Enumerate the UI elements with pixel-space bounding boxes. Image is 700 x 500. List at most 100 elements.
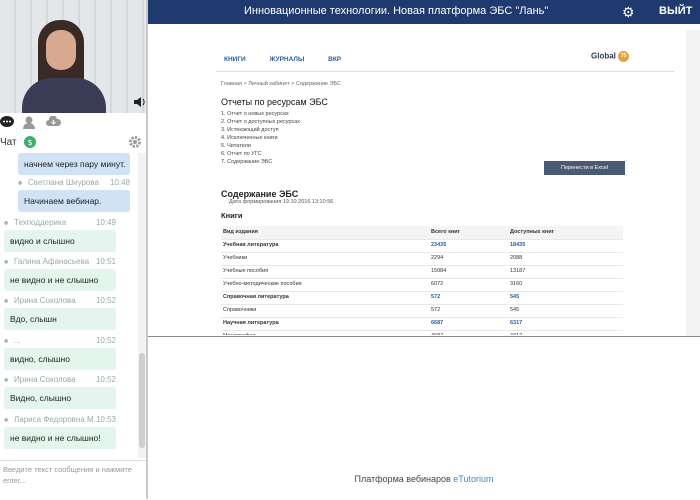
export-excel-button[interactable]: Перенести в Excel [544,161,625,175]
reports-title: Отчеты по ресурсам ЭБС [221,97,328,107]
cell-total: 23435 [431,242,447,248]
dollar-icon[interactable]: $ [24,136,36,150]
top-bar: Инновационные технологии. Новая платформ… [148,0,700,24]
report-item[interactable]: 4. Исключенные книги [221,135,278,141]
presentation-area: КНИГИ ЖУРНАЛЫ ВКР Global 75 Главная > Ли… [148,24,700,337]
author-icon: ♠ [4,257,9,266]
exit-button[interactable]: ВЫЙТ [659,5,692,17]
table-row: Справочная литература 572 545 [221,291,623,305]
message-text: не видно и не слышно [4,269,116,291]
cell-type: Учебные пособия [223,268,269,274]
speech-bubble-icon[interactable] [0,116,14,130]
table-row: Монографии 4687 4317 [221,330,623,335]
table-row: Учебно-методические пособия 6072 3160 [221,278,623,292]
speaker-icon[interactable] [133,96,146,108]
message-time: 10:52 [95,336,116,345]
divider [216,71,674,72]
table-row: Научная литература 6687 6317 [221,317,623,331]
cell-type: Научная литература [223,320,279,326]
cell-total: 15084 [431,268,447,274]
message-text: Начинаем вебинар. [18,190,130,212]
message-time: 10:52 [95,296,116,305]
report-item[interactable]: 3. Истекающий доступ [221,127,279,133]
cell-available: 2088 [510,255,523,261]
slide: КНИГИ ЖУРНАЛЫ ВКР Global 75 Главная > Ли… [148,24,686,335]
table-row: Справочники 572 545 [221,304,623,318]
presentation-scrollbar[interactable] [686,30,700,336]
author-icon: ♠ [4,336,9,345]
message-author: Светлана Шнурова [28,178,99,187]
message-time: 10:53 [95,415,116,424]
column-header: Вид издания [223,229,258,235]
nav-books[interactable]: КНИГИ [224,56,246,63]
user-icon[interactable] [23,116,35,131]
cell-available: 18435 [510,242,526,248]
message-text: Видно, слышно [4,387,116,409]
site-nav: КНИГИ ЖУРНАЛЫ ВКР [224,56,363,63]
footer: Платформа вебинаров eTutorium [148,474,700,484]
cell-total: 2294 [431,255,444,261]
message-author: Ирина Соколова [14,375,76,384]
message-text: видно, слышно [4,348,116,370]
report-item[interactable]: 5. Читатели [221,143,251,149]
cell-total: 4687 [431,330,443,335]
cell-available: 545 [510,307,520,313]
footer-brand-link[interactable]: eTutorium [453,474,493,484]
cell-available: 6317 [510,320,523,326]
logo-text: Global [591,51,616,61]
cell-available: 4317 [510,330,522,335]
message-time: 10:51 [95,257,116,266]
nav-vkr[interactable]: ВКР [328,56,341,63]
cell-type: Справочники [223,307,257,313]
message-author: Лариса Федоровна М... [14,415,101,424]
message-text: не видно и не слышно! [4,427,116,449]
section-title: Содержание ЭБС [221,189,299,199]
report-item[interactable]: 2. Отчет о доступных ресурсах [221,119,300,125]
gear-icon[interactable]: ⚙ [622,4,635,21]
cell-total: 6072 [431,281,444,287]
report-date: Дата формирования 19.10.2016 13:10:56 [229,199,334,205]
message-author: Ирина Соколова [14,296,76,305]
cell-available: 13187 [510,268,526,274]
message-text: начнем через пару минут. [18,153,130,175]
message-author: Техподдерика [14,218,67,227]
report-item[interactable]: 1. Отчет о новых ресурсах [221,111,289,117]
message-author: ... [14,336,21,345]
logo-badge: 75 [618,51,630,62]
breadcrumb: Главная > Личный кабинет > Содержание ЭБ… [221,81,341,87]
message-time: 10:48 [109,178,130,187]
author-icon: ♠ [4,218,9,227]
scrollbar-thumb[interactable] [139,353,145,448]
table-row: Учебные пособия 15084 13187 [221,265,623,279]
message-text: Вдо, слышн [4,308,116,330]
chat-header: Чат $ [0,131,148,153]
cloud-icon[interactable] [46,115,62,129]
chat-title: Чат [0,137,17,148]
author-icon: ♠ [18,178,23,187]
gear-icon[interactable] [128,135,142,151]
author-icon: ♠ [4,415,9,424]
cell-type: Учебно-методические пособия [223,281,302,287]
table-row: Учебная литература 23435 18435 [221,239,623,253]
cell-type: Учебная литература [223,242,279,248]
cell-type: Монографии [223,330,256,335]
message-author: Галина Афанасьева [14,257,90,266]
message-text: видно и слышно [4,230,116,252]
cell-type: Учебники [223,255,248,261]
cell-total: 6687 [431,320,444,326]
svg-text:$: $ [27,138,32,147]
webinar-title: Инновационные технологии. Новая платформ… [244,5,549,17]
report-item[interactable]: 6. Отчет по УГС [221,151,261,157]
chat-input-placeholder: Введите текст сообщения и нажмите enter.… [3,465,132,485]
cell-type: Справочная литература [223,294,289,300]
chat-input[interactable]: Введите текст сообщения и нажмите enter.… [0,460,146,500]
report-item[interactable]: 7. Содержание ЭБС [221,159,272,165]
message-time: 10:49 [95,218,116,227]
books-label: Книги [221,211,243,220]
nav-journals[interactable]: ЖУРНАЛЫ [270,56,305,63]
table-row: Учебники 2294 2088 [221,252,623,266]
chat-scrollbar[interactable] [138,153,146,458]
message-time: 10:52 [95,375,116,384]
cell-available: 3160 [510,281,523,287]
chat-messages[interactable]: начнем через пару минут. ♠ Светлана Шнур… [0,153,137,458]
